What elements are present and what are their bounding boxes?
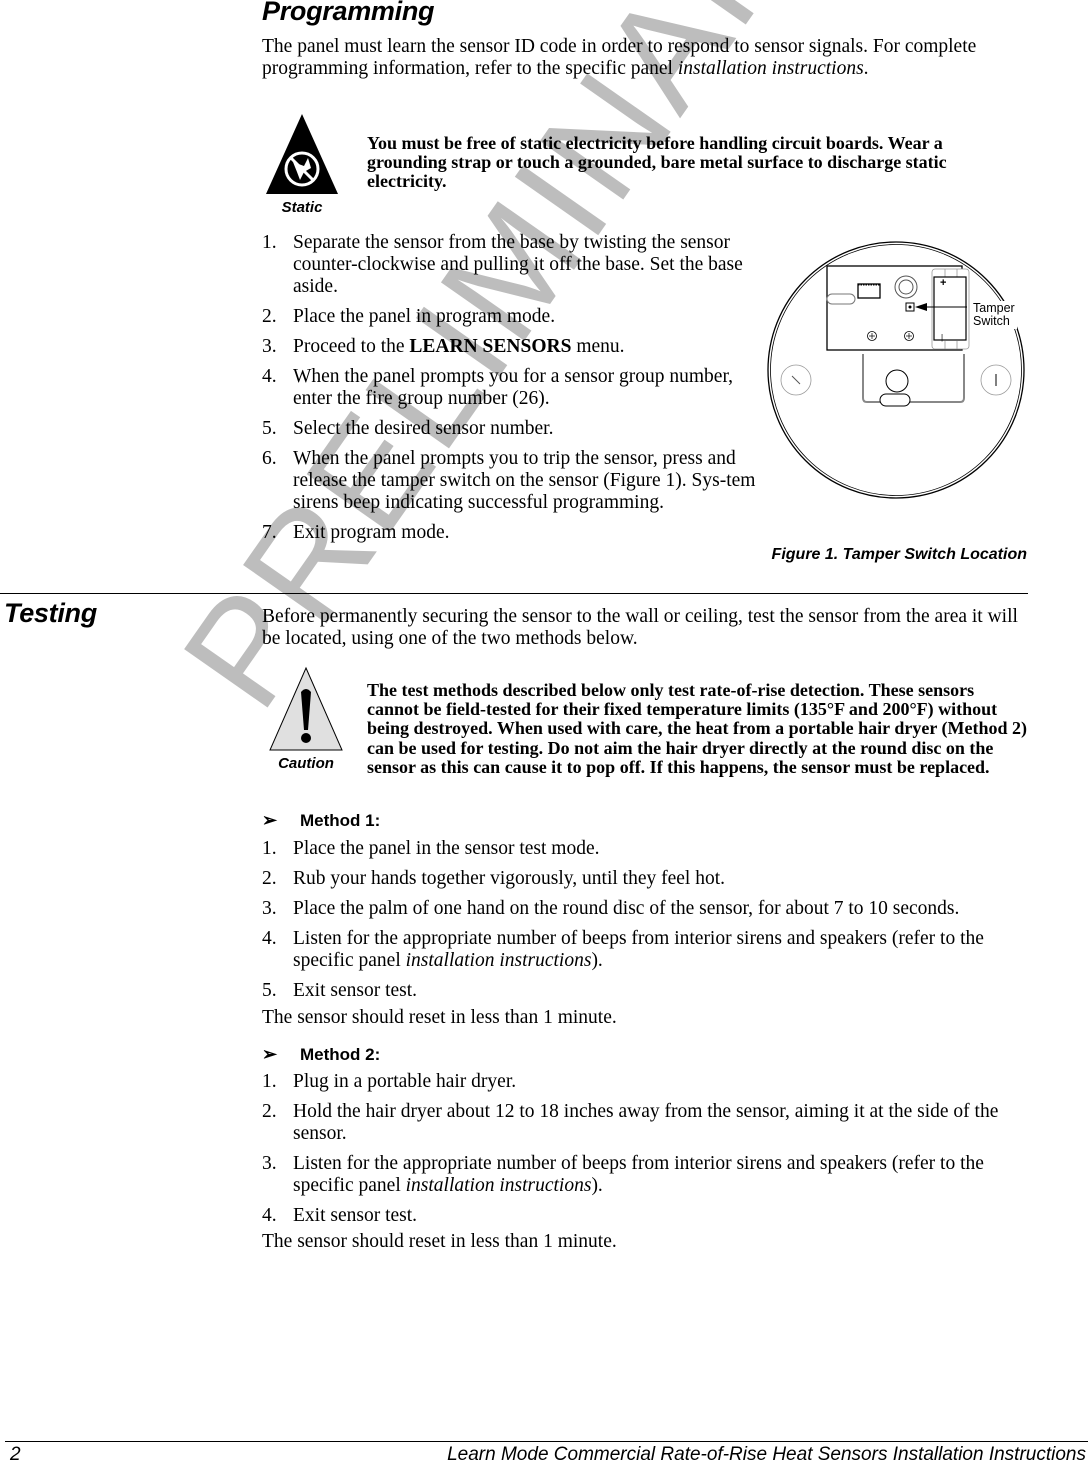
caution-note: The test methods described below only te… [367,680,1027,777]
intro-italic-ref: installation instructions [677,58,864,79]
arrow-bullet-icon: ➢ [262,810,278,830]
step-item: 6. When the panel prompts you to trip the… [262,448,756,513]
method-2-steps: 1. Plug in a portable hair dryer. 2. Hold … [262,1071,1027,1235]
programming-intro: The panel must learn the sensor ID code … [262,36,1027,80]
caution-warning-icon [269,666,343,751]
static-label: Static [281,199,323,216]
footer-doc-title: Learn Mode Commercial Rate-of-Rise Heat … [447,1444,1086,1465]
intro-text: The panel must learn the sensor ID code … [262,36,977,79]
step-item: 1. Plug in a portable hair dryer. [262,1071,517,1092]
testing-intro: Before permanently securing the sensor t… [262,606,1018,649]
learn-sensors-menu: LEARN SENSORS [409,336,572,357]
footer-divider [5,1441,1088,1442]
intro-end: . [863,58,869,79]
method-1-result: The sensor should reset in less than 1 m… [262,1007,617,1028]
programming-steps: 1. Separate the sensor from the base by t… [262,232,762,552]
section-divider [0,593,1028,594]
step-item: 7. Exit program mode. [262,522,450,543]
tamper-switch-callout: Tamper Switch [971,301,1017,329]
step-item: 3. Place the palm of one hand on the roun… [262,898,960,919]
battery-minus: | [941,333,944,342]
figure-caption: Figure 1. Tamper Switch Location [771,546,1027,563]
method-2-heading: ➢ Method 2: [262,1044,381,1064]
method-1-steps: 1. Place the panel in the sensor test mod… [262,838,1027,1010]
step-item: 5. Exit sensor test. [262,980,418,1001]
sensor-diagram [767,241,1025,499]
arrow-bullet-icon: ➢ [262,1044,278,1064]
battery-plus: + [940,277,947,289]
page-number: 2 [10,1444,21,1465]
step-item: 4. Exit sensor test. [262,1205,418,1226]
step-item: 2. Hold the hair dryer about 12 to 18 inc… [262,1101,999,1144]
step-item: 2. Rub your hands together vigorously, un… [262,868,725,889]
step-item: 1. Place the panel in the sensor test mod… [262,838,600,859]
method-1-heading: ➢ Method 1: [262,810,381,830]
step-item: 3. Listen for the appropriate number of b… [262,1153,984,1196]
step-item: 4. Listen for the appropriate number of b… [262,928,984,971]
static-warning-icon [266,114,338,194]
step-item: 5. Select the desired sensor number. [262,418,554,439]
testing-heading: Testing [4,598,97,628]
static-warning: Static [264,112,340,216]
caution-label: Caution [278,755,334,772]
step-item: 2. Place the panel in program mode. [262,306,556,327]
tamper-switch-figure: + | Tamper Switch [764,232,1028,508]
step-item: 1. Separate the sensor from the base by t… [262,232,743,297]
static-note: You must be free of static electricity b… [367,133,947,192]
step-item: 4. When the panel prompts you for a senso… [262,366,734,409]
programming-heading: Programming [262,0,435,26]
step-item: 3. Proceed to the LEARN SENSORS menu. [262,336,625,357]
caution-warning: Caution [268,666,344,772]
method-2-result: The sensor should reset in less than 1 m… [262,1231,617,1252]
